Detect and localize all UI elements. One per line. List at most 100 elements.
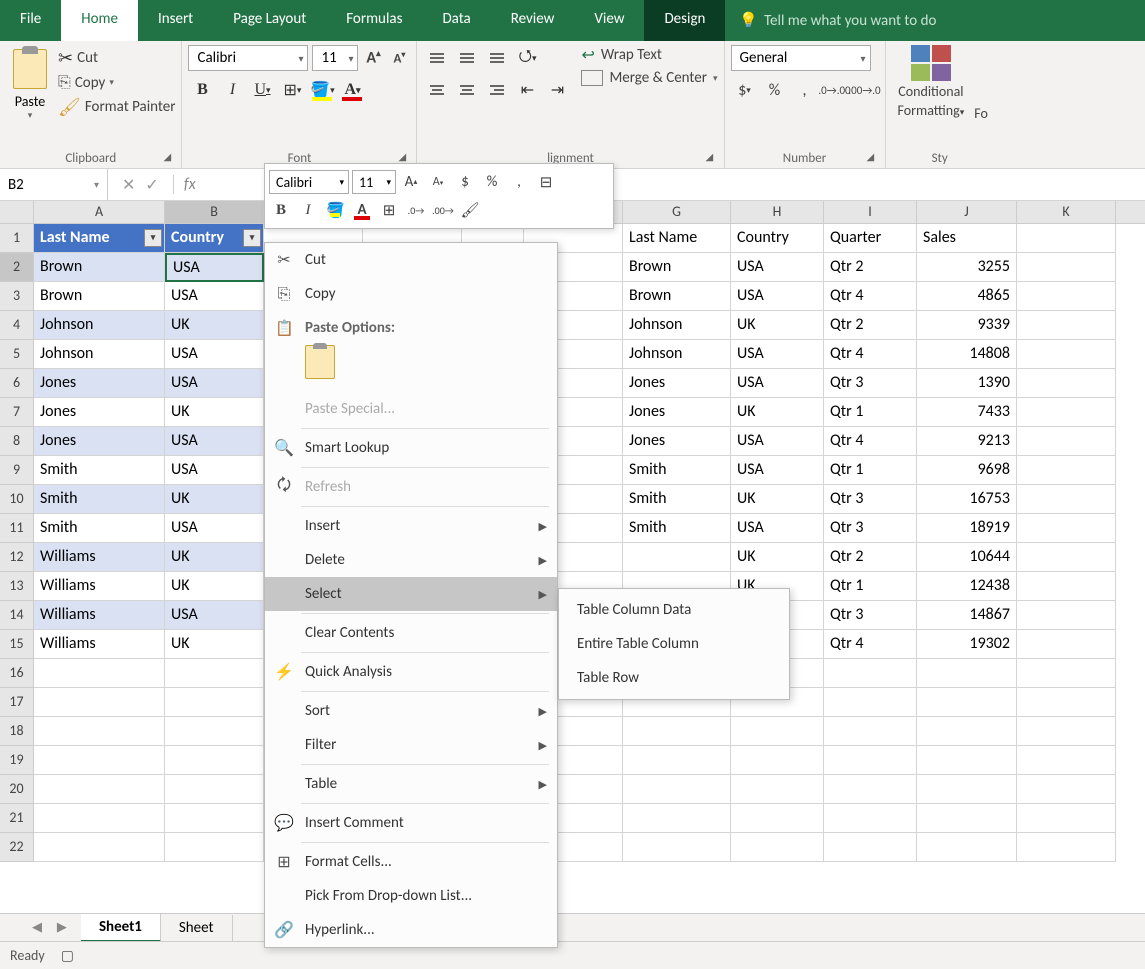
cell-K9[interactable] <box>1017 456 1116 485</box>
cell-G12[interactable] <box>623 543 731 572</box>
cell-I10[interactable]: Qtr 3 <box>824 485 917 514</box>
tab-insert[interactable]: Insert <box>138 0 213 41</box>
row-header-15[interactable]: 15 <box>0 630 34 659</box>
mini-increase-font[interactable]: A▴ <box>399 170 423 194</box>
cell-H6[interactable]: USA <box>731 369 824 398</box>
cell-K17[interactable] <box>1017 688 1116 717</box>
cell-G5[interactable]: Johnson <box>623 340 731 369</box>
cell-A21[interactable] <box>34 804 165 833</box>
cell-B4[interactable]: UK <box>165 311 264 340</box>
cell-K18[interactable] <box>1017 717 1116 746</box>
row-header-9[interactable]: 9 <box>0 456 34 485</box>
cell-K11[interactable] <box>1017 514 1116 543</box>
cell-A4[interactable]: Johnson <box>34 311 165 340</box>
cell-H1[interactable]: Country <box>731 224 824 253</box>
cell-B19[interactable] <box>165 746 264 775</box>
cell-G4[interactable]: Johnson <box>623 311 731 340</box>
cell-B3[interactable]: USA <box>165 282 264 311</box>
cell-H11[interactable]: USA <box>731 514 824 543</box>
cell-B11[interactable]: USA <box>165 514 264 543</box>
tab-page-layout[interactable]: Page Layout <box>213 0 326 41</box>
macro-record-icon[interactable]: ▢ <box>61 947 74 964</box>
sheet-nav-arrows[interactable]: ◀ ▶ <box>24 920 81 935</box>
cell-K4[interactable] <box>1017 311 1116 340</box>
copy-button[interactable]: ⎘Copy▾ <box>58 73 175 92</box>
row-header-17[interactable]: 17 <box>0 688 34 717</box>
cell-J18[interactable] <box>917 717 1017 746</box>
cell-J21[interactable] <box>917 804 1017 833</box>
cell-K20[interactable] <box>1017 775 1116 804</box>
accounting-button[interactable]: $▾ <box>731 77 759 103</box>
border-button[interactable]: ⊞▾ <box>278 77 306 103</box>
ctx-filter[interactable]: Filter▶ <box>265 728 557 762</box>
cell-J5[interactable]: 14808 <box>917 340 1017 369</box>
col-header-i[interactable]: I <box>824 201 917 223</box>
cell-B2[interactable]: USA <box>165 253 264 282</box>
cell-K13[interactable] <box>1017 572 1116 601</box>
cell-H4[interactable]: UK <box>731 311 824 340</box>
cell-H18[interactable] <box>731 717 824 746</box>
cell-B9[interactable]: USA <box>165 456 264 485</box>
cell-G7[interactable]: Jones <box>623 398 731 427</box>
cell-J16[interactable] <box>917 659 1017 688</box>
increase-font-button[interactable]: A▴ <box>362 48 384 67</box>
cell-J15[interactable]: 19302 <box>917 630 1017 659</box>
sheet-tab-1[interactable]: Sheet1 <box>81 914 161 942</box>
ctx-delete[interactable]: Delete▶ <box>265 543 557 577</box>
cell-I19[interactable] <box>824 746 917 775</box>
cell-K1[interactable] <box>1017 224 1116 253</box>
font-dialog-launcher[interactable]: ◢ <box>398 150 412 164</box>
ctx-smart-lookup[interactable]: 🔍Smart Lookup <box>265 431 557 465</box>
cell-G9[interactable]: Smith <box>623 456 731 485</box>
cell-K10[interactable] <box>1017 485 1116 514</box>
cell-J13[interactable]: 12438 <box>917 572 1017 601</box>
align-bottom-button[interactable] <box>483 45 511 71</box>
name-box[interactable]: B2▾ <box>0 169 108 200</box>
decrease-indent-button[interactable]: ⇤ <box>513 77 541 103</box>
cell-K7[interactable] <box>1017 398 1116 427</box>
cell-B1[interactable]: Country▾ <box>165 224 264 253</box>
cell-I14[interactable]: Qtr 3 <box>824 601 917 630</box>
cell-J7[interactable]: 7433 <box>917 398 1017 427</box>
cell-J1[interactable]: Sales <box>917 224 1017 253</box>
cell-G18[interactable] <box>623 717 731 746</box>
cell-K8[interactable] <box>1017 427 1116 456</box>
cell-K2[interactable] <box>1017 253 1116 282</box>
cell-G6[interactable]: Jones <box>623 369 731 398</box>
cell-J20[interactable] <box>917 775 1017 804</box>
cell-K21[interactable] <box>1017 804 1116 833</box>
mini-decrease-font[interactable]: A▾ <box>426 170 450 194</box>
cell-I6[interactable]: Qtr 3 <box>824 369 917 398</box>
cell-G22[interactable] <box>623 833 731 862</box>
cell-I15[interactable]: Qtr 4 <box>824 630 917 659</box>
ctx-copy[interactable]: ⎘Copy <box>265 277 557 311</box>
cell-K3[interactable] <box>1017 282 1116 311</box>
cell-B16[interactable] <box>165 659 264 688</box>
cell-G21[interactable] <box>623 804 731 833</box>
align-center-button[interactable] <box>453 77 481 103</box>
cell-A18[interactable] <box>34 717 165 746</box>
font-size-combo[interactable]: 11▾ <box>312 45 358 71</box>
cell-I22[interactable] <box>824 833 917 862</box>
ctx-sort[interactable]: Sort▶ <box>265 694 557 728</box>
tab-data[interactable]: Data <box>422 0 490 41</box>
cell-A15[interactable]: Williams <box>34 630 165 659</box>
align-middle-button[interactable] <box>453 45 481 71</box>
fill-color-button[interactable]: 🪣▾ <box>308 77 336 103</box>
cell-K12[interactable] <box>1017 543 1116 572</box>
cell-G3[interactable]: Brown <box>623 282 731 311</box>
mini-comma[interactable]: , <box>507 170 531 194</box>
mini-merge[interactable]: ⊟ <box>534 170 558 194</box>
cell-K16[interactable] <box>1017 659 1116 688</box>
cell-H10[interactable]: UK <box>731 485 824 514</box>
cell-I17[interactable] <box>824 688 917 717</box>
tab-file[interactable]: File <box>0 0 61 41</box>
sub-table-column-data[interactable]: Table Column Data <box>559 593 789 627</box>
cell-K19[interactable] <box>1017 746 1116 775</box>
cell-J17[interactable] <box>917 688 1017 717</box>
cell-J3[interactable]: 4865 <box>917 282 1017 311</box>
row-header-5[interactable]: 5 <box>0 340 34 369</box>
mini-font-color[interactable]: A <box>350 198 374 222</box>
font-name-combo[interactable]: Calibri▾ <box>188 45 308 71</box>
decrease-font-button[interactable]: A▾ <box>388 50 410 66</box>
